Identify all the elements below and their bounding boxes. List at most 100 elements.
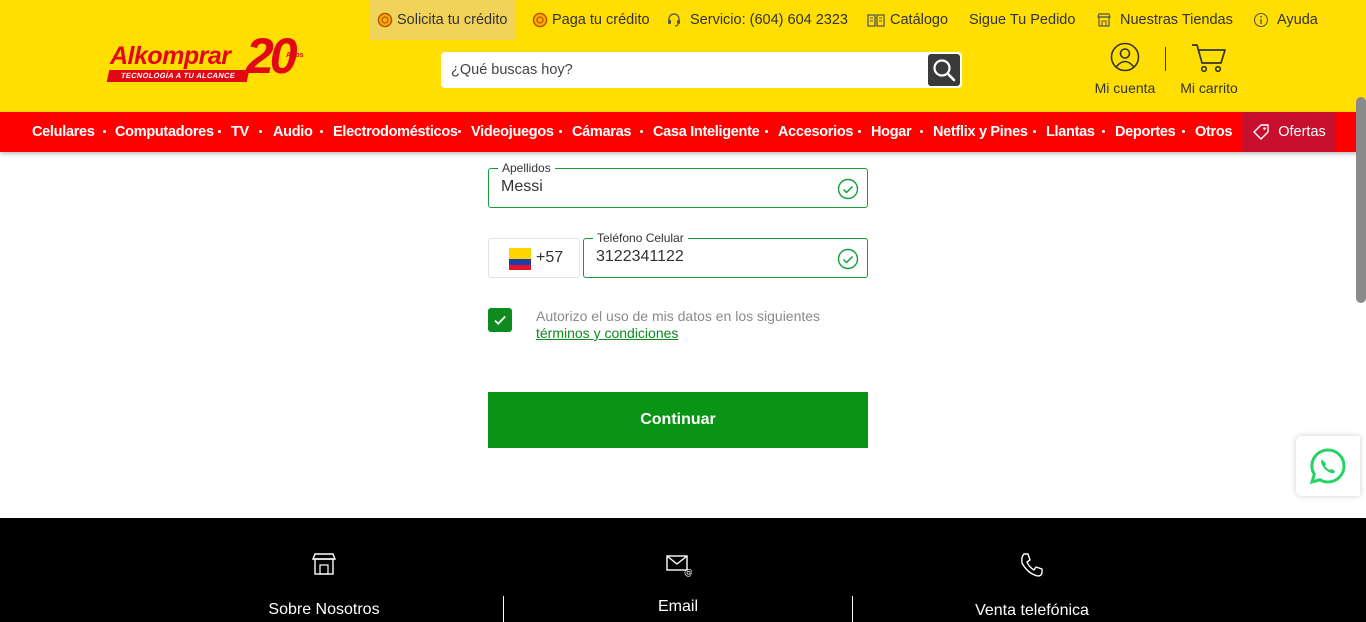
phone-label: Teléfono Celular	[593, 231, 688, 245]
category-nav: Celulares Computadores TV Audio Electrod…	[0, 112, 1366, 152]
search-input[interactable]	[441, 52, 927, 88]
category-videojuegos[interactable]: Videojuegos	[471, 112, 554, 152]
category-separator	[103, 130, 106, 133]
category-llantas[interactable]: Llantas	[1046, 112, 1095, 152]
site-header: Alkomprar TECNOLOGÍA A TU ALCANCE 20 Año…	[0, 0, 1366, 112]
topnav-sigue-pedido[interactable]: Sigue Tu Pedido	[969, 0, 1075, 40]
topnav-paga-credito[interactable]: Paga tu crédito	[532, 0, 650, 40]
apellidos-label: Apellidos	[498, 161, 555, 175]
footer-divider	[503, 596, 504, 622]
footer-sobre-nosotros[interactable]: Sobre Nosotros	[224, 518, 424, 622]
footer-label: Venta telefónica	[975, 602, 1089, 619]
apellidos-field[interactable]: Apellidos Messi	[488, 161, 868, 208]
footer-email[interactable]: @ Email	[578, 518, 778, 622]
category-separator	[858, 130, 861, 133]
topnav-label: Sigue Tu Pedido	[969, 12, 1076, 28]
app-root: Alkomprar TECNOLOGÍA A TU ALCANCE 20 Año…	[0, 0, 1366, 622]
search-bar	[441, 52, 962, 88]
store-icon	[311, 553, 337, 575]
topnav-label: Catálogo	[890, 12, 949, 28]
colombia-flag-icon	[509, 248, 531, 270]
phone-field[interactable]: Teléfono Celular 3122341122	[583, 231, 868, 278]
topnav-label: Paga tu crédito	[552, 12, 650, 28]
consent-text: Autorizo el uso de mis datos en los sigu…	[536, 308, 820, 342]
category-separator	[1102, 130, 1105, 133]
topnav-solicita-credito[interactable]: Solicita tu crédito	[369, 0, 516, 40]
category-separator	[320, 130, 323, 133]
footer-label: Sobre Nosotros	[268, 601, 380, 618]
category-accesorios[interactable]: Accesorios	[778, 112, 853, 152]
topnav-label: Nuestras Tiendas	[1120, 12, 1233, 28]
category-audio[interactable]: Audio	[273, 112, 313, 152]
email-icon: @	[666, 555, 692, 578]
category-celulares[interactable]: Celulares	[32, 112, 95, 152]
user-icon	[1110, 42, 1140, 72]
search-button[interactable]	[928, 54, 960, 86]
scrollbar-thumb[interactable]	[1356, 97, 1366, 303]
my-cart-button[interactable]: Mi carrito	[1176, 42, 1242, 100]
valid-check-icon	[837, 248, 859, 270]
footer-label: Email	[657, 598, 698, 615]
topnav-servicio[interactable]: Servicio: (604) 604 2323	[666, 0, 848, 40]
terms-link[interactable]: términos y condiciones	[536, 325, 678, 341]
coin-icon	[532, 12, 548, 28]
category-ofertas[interactable]: Ofertas	[1242, 112, 1336, 152]
checkmark-icon	[494, 315, 506, 325]
topnav-catalogo[interactable]: Catálogo	[866, 0, 948, 40]
my-account-button[interactable]: Mi cuenta	[1092, 42, 1158, 100]
category-otros[interactable]: Otros	[1195, 112, 1232, 152]
category-computadores[interactable]: Computadores	[115, 112, 214, 152]
store-icon	[1096, 12, 1112, 28]
topnav-label: Solicita tu crédito	[397, 12, 508, 28]
valid-check-icon	[837, 178, 859, 200]
category-separator	[765, 130, 768, 133]
category-separator	[1182, 130, 1185, 133]
logo-wordmark: Alkomprar	[110, 42, 231, 70]
category-separator	[640, 130, 643, 133]
cart-icon	[1192, 44, 1226, 73]
whatsapp-icon	[1309, 448, 1346, 485]
account-label: Mi cuenta	[1094, 80, 1156, 96]
cart-label: Mi carrito	[1180, 80, 1238, 96]
logo-tagline: TECNOLOGÍA A TU ALCANCE	[106, 70, 250, 82]
category-separator	[218, 130, 221, 133]
whatsapp-button[interactable]	[1296, 436, 1360, 496]
country-prefix-select[interactable]: +57	[488, 238, 580, 278]
category-hogar[interactable]: Hogar	[871, 112, 912, 152]
topnav-label: Servicio: (604) 604 2323	[690, 12, 848, 28]
country-prefix-value: +57	[536, 249, 564, 266]
consent-checkbox[interactable]	[488, 308, 512, 332]
footer-venta-telefonica[interactable]: Venta telefónica	[932, 518, 1132, 622]
svg-text:@: @	[684, 568, 692, 578]
consent-label: Autorizo el uso de mis datos en los sigu…	[536, 308, 821, 324]
site-footer: Sobre Nosotros @ Email Venta telefónica	[0, 518, 1366, 622]
category-electrodomesticos[interactable]: Electrodomésticos	[333, 112, 458, 152]
topnav-label: Ayuda	[1277, 12, 1318, 28]
category-separator	[1033, 130, 1036, 133]
headset-icon	[666, 12, 682, 28]
category-netflix-pines[interactable]: Netflix y Pines	[933, 112, 1028, 152]
category-casa-inteligente[interactable]: Casa Inteligente	[653, 112, 760, 152]
continue-button[interactable]: Continuar	[488, 392, 868, 448]
apellidos-value: Messi	[501, 178, 543, 195]
category-separator	[259, 130, 262, 133]
top-utility-nav: Solicita tu crédito Paga tu crédito Serv…	[0, 0, 1366, 40]
category-camaras[interactable]: Cámaras	[572, 112, 631, 152]
catalog-icon	[866, 12, 886, 28]
category-separator	[920, 130, 923, 133]
ofertas-label: Ofertas	[1278, 124, 1326, 140]
category-deportes[interactable]: Deportes	[1115, 112, 1176, 152]
coin-icon	[377, 12, 393, 28]
category-tv[interactable]: TV	[231, 112, 249, 152]
logo-anniversary-years: Años	[286, 52, 304, 59]
phone-value: 3122341122	[596, 248, 684, 265]
topnav-ayuda[interactable]: Ayuda	[1253, 0, 1318, 40]
category-separator	[559, 130, 562, 133]
search-icon	[933, 59, 956, 82]
category-separator	[458, 130, 461, 133]
tag-icon	[1253, 124, 1269, 140]
topnav-tiendas[interactable]: Nuestras Tiendas	[1096, 0, 1233, 40]
phone-icon	[1021, 553, 1043, 577]
header-divider	[1165, 47, 1166, 71]
footer-divider	[852, 596, 853, 622]
